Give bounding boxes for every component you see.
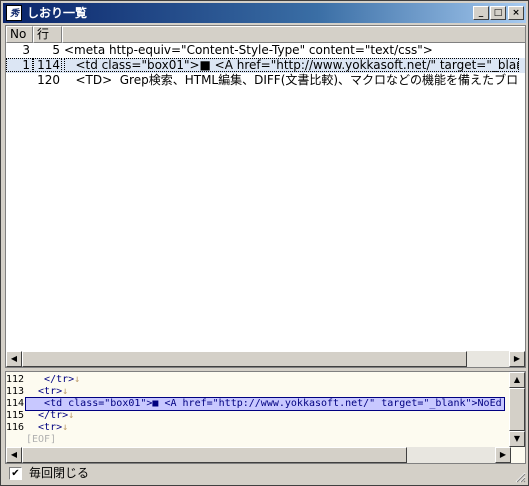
close-button[interactable]: ×: [508, 6, 524, 20]
list-horizontal-scrollbar[interactable]: ◀ ▶: [6, 351, 525, 367]
row-no: 3: [22, 43, 30, 57]
line-content: </tr>: [26, 374, 75, 385]
line-number: 115: [6, 410, 25, 421]
column-header-no[interactable]: No: [6, 26, 33, 43]
bookmark-list-window: 秀 しおり一覧 _ □ × No 行 3 5 <meta http-equiv=…: [0, 0, 529, 486]
scroll-right-icon[interactable]: ▶: [509, 351, 525, 367]
preview-vertical-scrollbar[interactable]: ▲ ▼: [509, 372, 525, 447]
line-number: 113: [6, 386, 25, 397]
editor-line: 115 </tr>↓: [6, 410, 506, 422]
row-text: <td class="box01">■ <A href="http://www.…: [64, 58, 519, 72]
row-line: 120: [37, 73, 60, 87]
row-line: 5: [52, 43, 60, 57]
title-bar[interactable]: 秀 しおり一覧 _ □ ×: [3, 3, 526, 23]
preview-vscroll-thumb[interactable]: [509, 388, 525, 431]
line-number: 116: [6, 422, 25, 433]
bookmark-list[interactable]: No 行 3 5 <meta http-equiv="Content-Style…: [5, 25, 526, 368]
editor-line: [EOF]: [6, 434, 506, 446]
eol-icon: ↓: [74, 374, 81, 385]
maximize-button[interactable]: □: [490, 6, 506, 20]
row-no: 1: [6, 58, 33, 72]
line-content: </tr>: [26, 410, 69, 421]
line-text: <td class="box01">■ <A href="http://www.…: [25, 397, 505, 411]
eol-icon: ↓: [62, 386, 69, 397]
preview-horizontal-scrollbar[interactable]: ◀ ▶: [6, 447, 511, 463]
editor-line: 116 <tr>↓: [6, 422, 506, 434]
scroll-up-icon[interactable]: ▲: [509, 372, 525, 388]
editor-line: 112 </tr>↓: [6, 374, 506, 386]
scroll-down-icon[interactable]: ▼: [509, 431, 525, 447]
line-text: </tr>↓: [26, 374, 80, 386]
row-line: 114: [33, 58, 62, 72]
scroll-left-icon[interactable]: ◀: [6, 447, 22, 463]
list-row-selected[interactable]: 1 114 <td class="box01">■ <A href="http:…: [6, 58, 525, 73]
list-hscroll-thumb[interactable]: [22, 351, 467, 367]
line-number: 114: [6, 398, 25, 409]
scroll-left-icon[interactable]: ◀: [6, 351, 22, 367]
line-text: </tr>↓: [26, 410, 74, 422]
app-icon-glyph: 秀: [9, 8, 19, 18]
list-header: No 行: [6, 26, 525, 43]
editor-line-current: 114 <td class="box01">■ <A href="http://…: [6, 397, 506, 411]
line-number: 112: [6, 374, 25, 385]
preview-hscroll-thumb[interactable]: [22, 447, 407, 463]
line-text: <tr>↓: [26, 422, 68, 434]
window-title: しおり一覧: [27, 6, 88, 20]
editor-line: 113 <tr>↓: [6, 386, 506, 398]
close-each-time-label[interactable]: 毎回閉じる: [29, 466, 89, 481]
close-each-time-checkbox[interactable]: ✔: [9, 467, 22, 480]
line-content: <td class="box01">■ <A href="http://www.…: [26, 398, 502, 409]
preview-editor[interactable]: 112 </tr>↓ 113 <tr>↓ 114 <td class="box0…: [5, 371, 526, 464]
minimize-button[interactable]: _: [473, 6, 489, 20]
column-header-text[interactable]: [62, 26, 525, 43]
eol-icon: ↓: [68, 410, 75, 421]
line-text: <tr>↓: [26, 386, 68, 398]
scroll-right-icon[interactable]: ▶: [495, 447, 511, 463]
list-row[interactable]: 120 <TD> Grep検索、HTML編集、DIFF(文書比較)、マクロなどの…: [6, 73, 525, 88]
column-header-line[interactable]: 行: [33, 26, 62, 43]
eol-icon: ↓: [62, 422, 69, 433]
eof-marker: [EOF]: [26, 434, 57, 445]
resize-grip-icon[interactable]: [514, 471, 526, 483]
row-text: <meta http-equiv="Content-Style-Type" co…: [64, 43, 433, 57]
list-row[interactable]: 3 5 <meta http-equiv="Content-Style-Type…: [6, 43, 525, 58]
app-icon[interactable]: 秀: [6, 5, 22, 21]
row-text: <TD> Grep検索、HTML編集、DIFF(文書比較)、マクロなどの機能を備…: [64, 73, 519, 87]
line-content: <tr>: [26, 422, 63, 433]
line-content: <tr>: [26, 386, 63, 397]
